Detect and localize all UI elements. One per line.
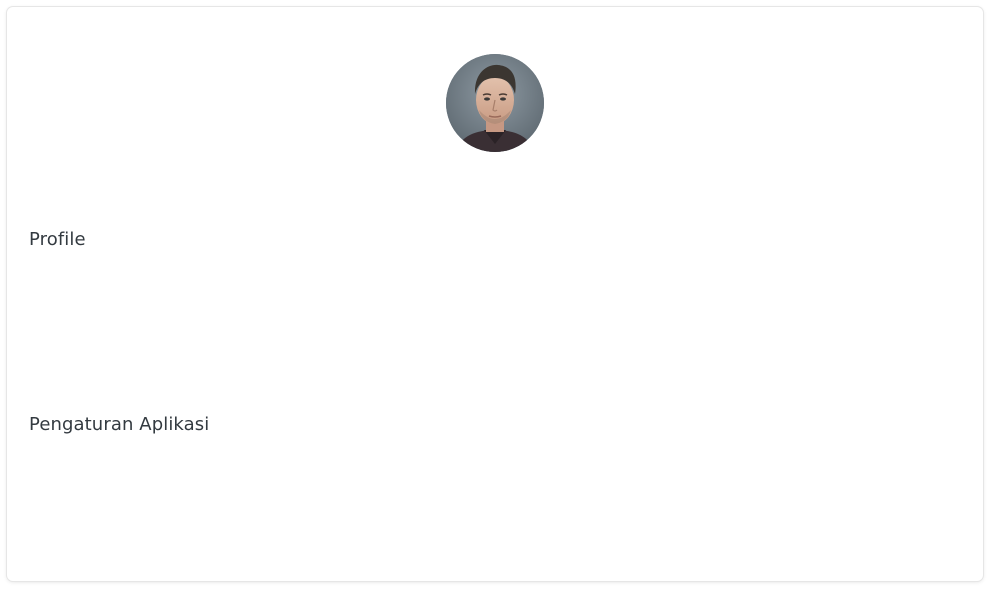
user-avatar[interactable] bbox=[446, 54, 544, 152]
avatar-portrait bbox=[446, 54, 544, 152]
menu-item-profile[interactable]: Profile bbox=[29, 229, 86, 251]
profile-card: Profile Pengaturan Aplikasi bbox=[7, 7, 983, 581]
menu-item-app-settings[interactable]: Pengaturan Aplikasi bbox=[29, 414, 209, 436]
